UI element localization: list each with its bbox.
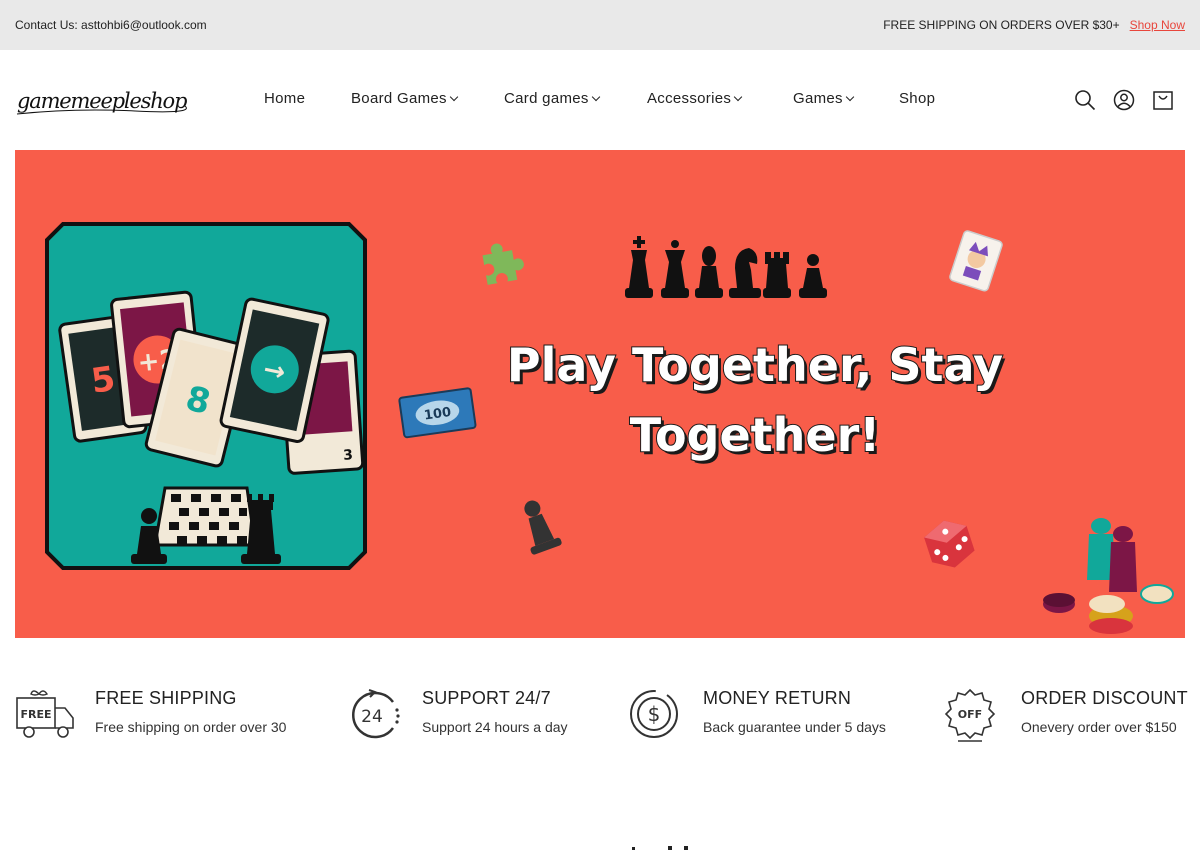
hero-headline-line2: Together! [629,407,882,463]
chevron-down-icon [449,92,459,102]
chevron-down-icon [733,92,743,102]
black-pawn [524,500,562,555]
feature-title: SUPPORT 24/7 [422,688,551,708]
svg-text:24: 24 [361,707,383,727]
hero-headline-line1: Play Together, Stay [506,337,1004,393]
nav-board-games[interactable]: Board Games [351,90,459,107]
cart-icon[interactable] [1152,89,1174,111]
meeples-and-chips [1043,518,1174,634]
chevron-down-icon [591,92,600,102]
promo-group: FREE SHIPPING ON ORDERS OVER $30+ Shop N… [883,18,1185,32]
nav-board-games-label: Board Games [351,90,447,107]
feature-title: MONEY RETURN [703,688,852,708]
hero-banner[interactable]: 5 +2 8 3 → 100 Play Together, Stay Toget… [15,150,1185,638]
logo-text: gamemeepleshop [17,89,187,113]
chevron-down-icon [845,92,855,102]
feature-subtitle: Onevery order over $150 [1021,719,1177,735]
nav-games-label: Games [793,90,843,107]
red-dice [924,520,975,568]
feature-order-discount: OFF ORDER DISCOUNT Onevery order over $1… [944,680,1194,750]
features-row: FREE FREE SHIPPING Free shipping on orde… [0,680,1200,750]
top-announcement-bar: Contact Us: asttohbi6@outlook.com FREE S… [0,0,1200,50]
nav-accessories[interactable]: Accessories [647,90,743,107]
nav-shop[interactable]: Shop [899,90,935,107]
puzzle-piece [482,243,524,285]
svg-text:OFF: OFF [958,708,982,721]
site-header: gamemeepleshop Home Board Games Card gam… [0,50,1200,150]
free-shipping-truck-icon: FREE [16,690,74,738]
contact-text: Contact Us: asttohbi6@outlook.com [15,18,207,32]
nav-card-games-label: Card games [504,90,589,107]
next-section-heading-peek [632,846,688,850]
money-bill: 100 [398,387,477,439]
search-icon[interactable] [1074,89,1096,111]
feature-subtitle: Support 24 hours a day [422,719,568,735]
chessboard [153,486,257,547]
shop-now-link[interactable]: Shop Now [1130,18,1185,32]
logo-script-graphic: gamemeepleshop [16,89,188,115]
nav-games[interactable]: Games [793,90,855,107]
account-icon[interactable] [1113,89,1135,111]
support-24-icon: 24 [352,689,400,739]
feature-title: FREE SHIPPING [95,688,237,708]
nav-shop-label: Shop [899,90,936,107]
feature-subtitle: Back guarantee under 5 days [703,719,886,735]
money-return-icon: $ [630,690,678,738]
feature-money-return: $ MONEY RETURN Back guarantee under 5 da… [626,680,906,750]
feature-free-shipping: FREE FREE SHIPPING Free shipping on orde… [15,680,315,750]
svg-text:$: $ [648,702,661,726]
site-logo[interactable]: gamemeepleshop [15,78,190,122]
nav-accessories-label: Accessories [647,90,732,107]
hero-headline: Play Together, Stay Together! [485,330,1025,470]
feature-support: 24 SUPPORT 24/7 Support 24 hours a day [345,680,605,750]
nav-home-label: Home [264,90,306,107]
svg-text:FREE: FREE [20,708,51,721]
free-shipping-promo: FREE SHIPPING ON ORDERS OVER $30+ [883,18,1120,32]
nav-card-games[interactable]: Card games [504,90,600,107]
svg-text:3: 3 [343,447,354,464]
nav-home[interactable]: Home [264,90,305,107]
joker-card [949,230,1003,292]
order-discount-icon: OFF [944,688,996,742]
chess-pieces-row [625,236,827,298]
feature-title: ORDER DISCOUNT [1021,688,1188,708]
feature-subtitle: Free shipping on order over 30 [95,719,287,735]
